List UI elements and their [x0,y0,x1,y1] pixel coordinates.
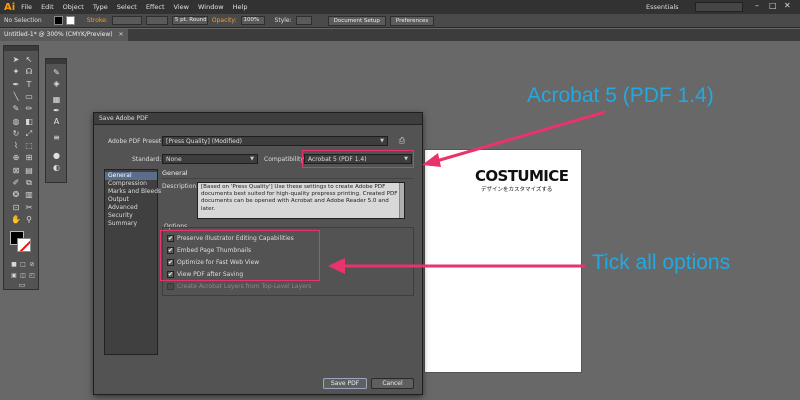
compatibility-arrow [422,110,606,167]
compatibility-callout: Acrobat 5 (PDF 1.4) [527,84,714,107]
options-arrow [328,258,585,274]
options-callout: Tick all options [592,251,731,274]
annotation-arrows [328,110,606,274]
